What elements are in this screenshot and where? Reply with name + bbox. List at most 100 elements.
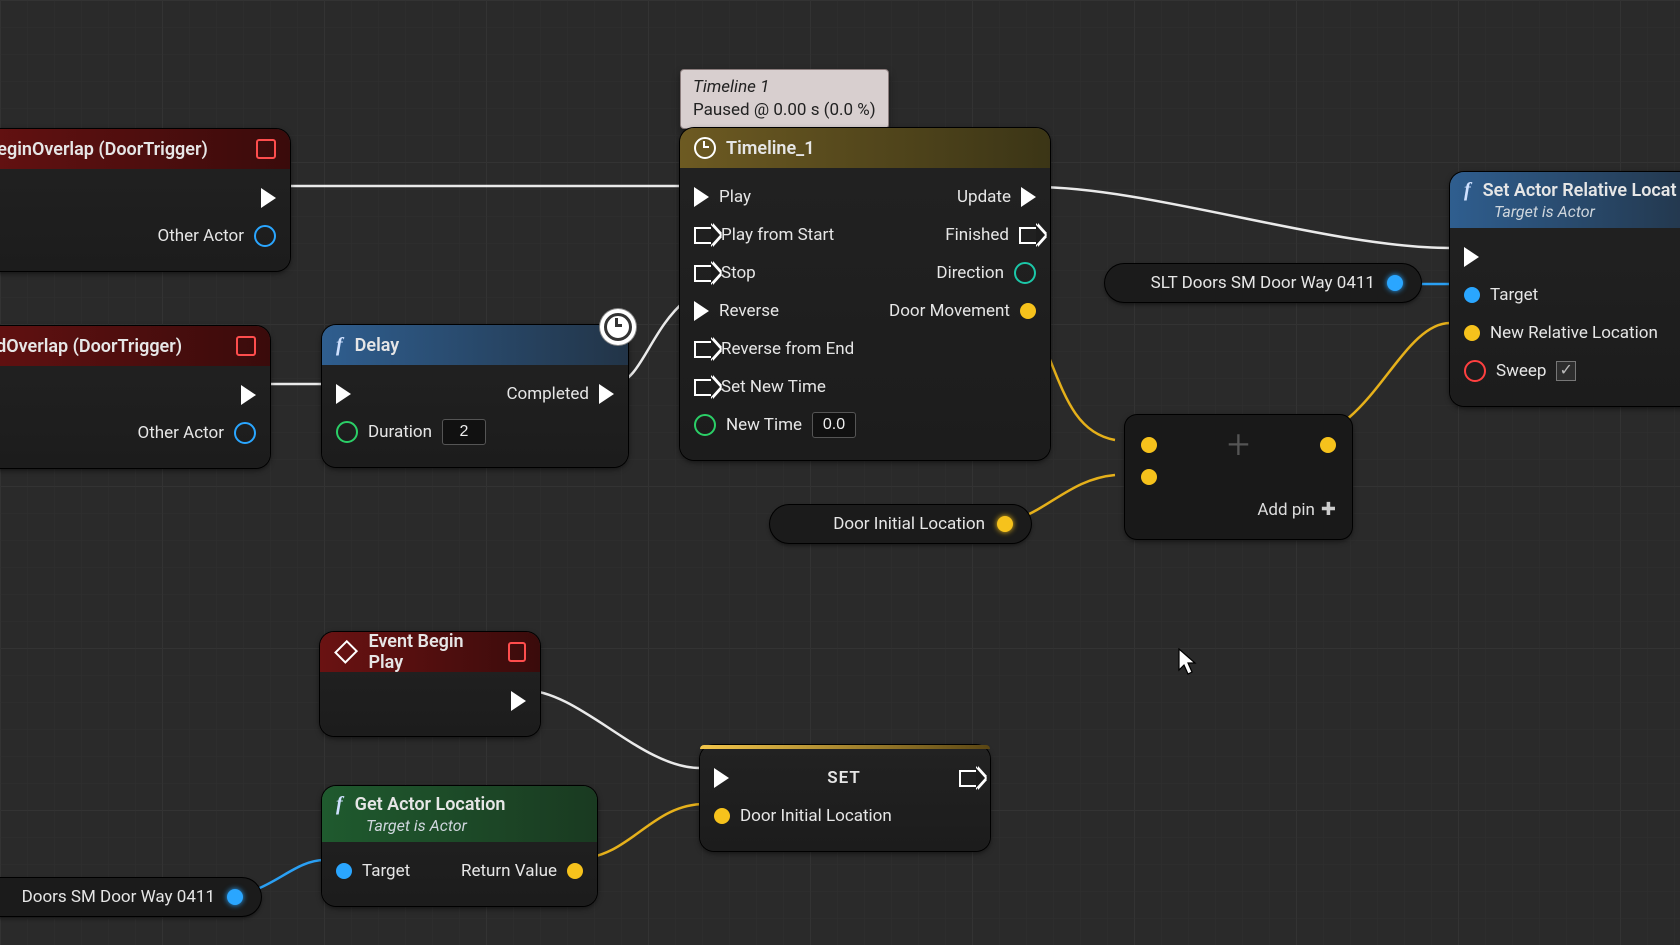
add-pin-button[interactable]: Add pin✚ <box>1257 499 1336 520</box>
node-timeline[interactable]: Timeline_1 Play Update Play from Start F… <box>680 128 1050 460</box>
node-header: Event Begin Play <box>320 632 540 672</box>
vector-in-pin-b[interactable] <box>1141 469 1157 485</box>
new-time-pin[interactable] <box>694 414 716 436</box>
pin-label: Completed <box>506 384 589 404</box>
pin-label: Door Initial Location <box>740 806 892 826</box>
breakpoint-icon[interactable] <box>236 336 256 356</box>
pin-label: Finished <box>945 225 1009 245</box>
timeline-tooltip: Timeline 1 Paused @ 0.00 s (0.0 %) <box>680 69 889 129</box>
variable-get-slt-doors-bottom[interactable]: Doors SM Door Way 0411 <box>0 878 261 916</box>
target-pin[interactable] <box>336 863 352 879</box>
node-header: f Get Actor Location Target is Actor <box>322 786 597 842</box>
exec-in-pin[interactable] <box>714 768 729 788</box>
exec-out-pin[interactable] <box>241 385 256 405</box>
tooltip-title: Timeline 1 <box>693 77 769 97</box>
new-relative-location-pin[interactable] <box>1464 325 1480 341</box>
sweep-pin[interactable] <box>1464 360 1486 382</box>
node-set-variable[interactable]: SET Door Initial Location <box>700 745 990 851</box>
reverse-from-end-pin[interactable] <box>694 341 711 358</box>
node-get-actor-location[interactable]: f Get Actor Location Target is Actor Targ… <box>322 786 597 906</box>
object-out-pin[interactable] <box>1387 275 1403 291</box>
exec-in-pin[interactable] <box>336 384 351 404</box>
node-event-begin-play[interactable]: Event Begin Play <box>320 632 540 736</box>
node-delay[interactable]: f Delay Completed Duration <box>322 325 628 467</box>
door-movement-pin[interactable] <box>1020 303 1036 319</box>
pin-label: Update <box>957 187 1011 207</box>
node-add-vector[interactable]: + Add pin✚ <box>1125 415 1352 539</box>
play-from-start-pin[interactable] <box>694 227 711 244</box>
breakpoint-icon[interactable] <box>256 139 276 159</box>
node-title: ctorEndOverlap (DoorTrigger) <box>0 336 182 357</box>
pin-label: Reverse <box>719 301 779 321</box>
node-title: Event Begin Play <box>368 631 487 673</box>
new-time-input[interactable] <box>812 412 856 438</box>
exec-in-pin[interactable] <box>1464 247 1479 267</box>
latent-clock-icon <box>600 309 636 345</box>
event-icon <box>334 640 358 664</box>
node-title: Delay <box>355 335 400 356</box>
node-begin-overlap[interactable]: ctorBeginOverlap (DoorTrigger) Other Act… <box>0 129 290 271</box>
mouse-cursor <box>1178 648 1198 676</box>
stop-pin[interactable] <box>694 265 711 282</box>
vector-in-pin-a[interactable] <box>1141 437 1157 453</box>
node-header: ctorEndOverlap (DoorTrigger) <box>0 326 270 366</box>
float-in-pin[interactable] <box>336 421 358 443</box>
vector-in-pin[interactable] <box>714 808 730 824</box>
plus-icon: + <box>1227 435 1250 455</box>
pin-label: Sweep <box>1496 361 1546 381</box>
exec-out-pin[interactable] <box>261 188 276 208</box>
node-title: SET <box>827 768 861 788</box>
variable-label: Door Initial Location <box>833 514 985 534</box>
actor-out-pin[interactable] <box>254 225 276 247</box>
tooltip-status: Paused @ 0.00 s (0.0 %) <box>693 100 876 120</box>
pin-label: Reverse from End <box>721 339 854 359</box>
node-set-actor-relative-location[interactable]: fSet Actor Relative Locat Target is Acto… <box>1450 172 1680 406</box>
exec-out-pin[interactable] <box>599 384 614 404</box>
target-pin[interactable] <box>1464 287 1480 303</box>
sweep-checkbox[interactable] <box>1556 361 1576 381</box>
node-subtitle: Target is Actor <box>338 816 467 835</box>
exec-out-pin[interactable] <box>959 770 976 787</box>
variable-label: Doors SM Door Way 0411 <box>22 887 215 907</box>
reverse-pin[interactable] <box>694 301 709 321</box>
pin-label: Other Actor <box>138 423 224 443</box>
node-subtitle: Target is Actor <box>1466 202 1595 221</box>
node-header: ctorBeginOverlap (DoorTrigger) <box>0 129 290 169</box>
pin-label: Return Value <box>461 861 557 881</box>
pin-label: Direction <box>936 263 1004 283</box>
actor-out-pin[interactable] <box>234 422 256 444</box>
node-title: Timeline_1 <box>726 138 814 159</box>
play-pin[interactable] <box>694 187 709 207</box>
pin-label: New Time <box>726 415 802 435</box>
duration-input[interactable] <box>442 419 486 445</box>
function-icon: f <box>1464 179 1473 202</box>
plus-small-icon: ✚ <box>1321 499 1336 520</box>
direction-pin[interactable] <box>1014 262 1036 284</box>
pin-label: Duration <box>368 422 432 442</box>
function-icon: f <box>336 793 345 816</box>
pin-label: Play from Start <box>721 225 834 245</box>
object-out-pin[interactable] <box>227 889 243 905</box>
finished-pin[interactable] <box>1019 227 1036 244</box>
variable-get-slt-doors[interactable]: SLT Doors SM Door Way 0411 <box>1105 264 1421 302</box>
timeline-icon <box>694 137 716 159</box>
pin-label: New Relative Location <box>1490 323 1658 343</box>
pin-label: Door Movement <box>889 301 1010 321</box>
node-header[interactable]: Timeline_1 <box>680 128 1050 168</box>
node-title: Get Actor Location <box>355 794 506 815</box>
return-value-pin[interactable] <box>567 863 583 879</box>
breakpoint-icon[interactable] <box>508 642 526 662</box>
exec-out-pin[interactable] <box>511 691 526 711</box>
pin-label: Stop <box>721 263 756 283</box>
variable-label: SLT Doors SM Door Way 0411 <box>1151 273 1375 293</box>
node-end-overlap[interactable]: ctorEndOverlap (DoorTrigger) Other Actor <box>0 326 270 468</box>
pin-label: Other Actor <box>158 226 244 246</box>
node-header: f Delay <box>322 325 628 365</box>
set-new-time-pin[interactable] <box>694 379 711 396</box>
variable-get-door-initial-location[interactable]: Door Initial Location <box>770 505 1031 543</box>
update-pin[interactable] <box>1021 187 1036 207</box>
vector-out-pin[interactable] <box>997 516 1013 532</box>
pin-label: Target <box>362 861 410 881</box>
pin-label: Set New Time <box>721 377 826 397</box>
vector-out-pin[interactable] <box>1320 437 1336 453</box>
